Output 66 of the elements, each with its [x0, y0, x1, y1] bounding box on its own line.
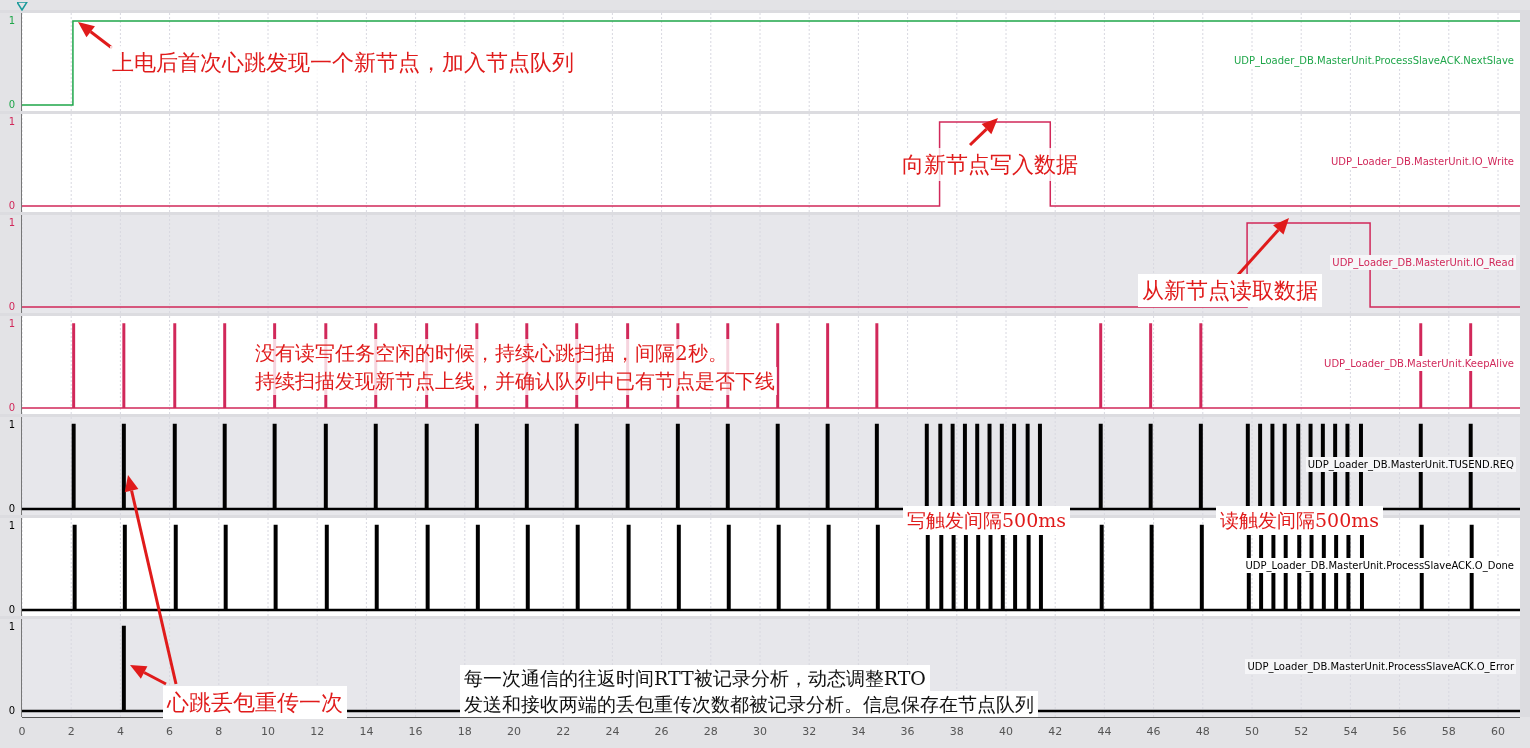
signal-label: UDP_Loader_DB.MasterUnit.IO_Write [1329, 154, 1516, 169]
annotation-text: 读触发间隔500ms [1216, 506, 1384, 535]
signal-label: UDP_Loader_DB.MasterUnit.ProcessSlaveACK.O_Error [1245, 659, 1516, 674]
time-tick-label: 6 [166, 724, 174, 740]
y-tick-label: 0 [8, 302, 15, 312]
y-tick-label: 0 [8, 201, 15, 211]
time-tick-label: 24 [605, 724, 620, 740]
time-tick-label: 42 [1048, 724, 1063, 740]
y-tick-label: 1 [8, 218, 15, 228]
time-tick-label: 50 [1245, 724, 1259, 740]
time-tick-label: 22 [556, 724, 571, 740]
y-tick-label: 0 [8, 605, 15, 615]
y-tick-label: 1 [8, 622, 15, 632]
time-tick-label: 10 [261, 724, 275, 740]
time-tick-label: 60 [1491, 724, 1505, 740]
annotation-text: 从新节点读取数据 [1138, 274, 1322, 307]
y-tick-label: 1 [8, 420, 15, 430]
time-tick-label: 32 [802, 724, 817, 740]
annotation-text: 上电后首次心跳发现一个新节点，加入节点队列 [110, 46, 576, 79]
annotation-text: 写触发间隔500ms [903, 506, 1071, 535]
time-tick-label: 30 [753, 724, 767, 740]
annotation-text: 持续扫描发现新节点上线，并确认队列中已有节点是否下线 [253, 367, 777, 395]
time-tick-label: 18 [457, 724, 472, 740]
time-tick-label: 4 [116, 724, 124, 740]
time-tick-label: 56 [1392, 724, 1407, 740]
annotation-text: 没有读写任务空闲的时候，持续心跳扫描，间隔2秒。 [253, 339, 730, 367]
arrow [78, 22, 113, 50]
y-tick-label: 1 [8, 16, 15, 26]
y-tick-label: 0 [8, 706, 15, 716]
time-tick-label: 40 [999, 724, 1013, 740]
time-tick-label: 52 [1294, 724, 1309, 740]
y-tick-label: 1 [8, 521, 15, 531]
time-tick-label: 58 [1441, 724, 1456, 740]
time-tick-label: 16 [408, 724, 423, 740]
y-tick-label: 0 [8, 100, 15, 110]
annotation-text: 向新节点写入数据 [900, 148, 1080, 181]
signal-label: UDP_Loader_DB.MasterUnit.TUSEND.REQ [1305, 457, 1516, 472]
time-tick-label: 12 [310, 724, 325, 740]
time-tick-label: 48 [1195, 724, 1210, 740]
annotation-text: 每一次通信的往返时间RTT被记录分析，动态调整RTO [460, 665, 930, 691]
y-tick-label: 1 [8, 117, 15, 127]
y-tick-label: 0 [8, 504, 15, 514]
time-tick-label: 38 [949, 724, 964, 740]
y-tick-label: 0 [8, 403, 15, 413]
time-tick-label: 46 [1146, 724, 1161, 740]
time-tick-label: 34 [851, 724, 866, 740]
annotation-text: 发送和接收两端的丢包重传次数都被记录分析。信息保存在节点队列 [460, 691, 1038, 717]
arrow [1235, 218, 1289, 277]
signal-label: UDP_Loader_DB.MasterUnit.KeepAlive [1322, 356, 1516, 371]
arrow [968, 118, 998, 147]
time-tick-label: 54 [1343, 724, 1358, 740]
time-tick-label: 28 [703, 724, 718, 740]
signal-label: UDP_Loader_DB.MasterUnit.ProcessSlaveACK.NextSlave [1232, 53, 1516, 68]
annotation-text: 心跳丢包重传一次 [163, 686, 347, 719]
cursor-marker-icon[interactable] [17, 2, 28, 11]
time-tick-label: 44 [1097, 724, 1112, 740]
time-tick-label: 36 [900, 724, 915, 740]
time-tick-label: 8 [215, 724, 223, 740]
time-tick-label: 0 [18, 724, 26, 740]
time-tick-label: 26 [654, 724, 669, 740]
time-tick-label: 20 [507, 724, 521, 740]
signal-label: UDP_Loader_DB.MasterUnit.ProcessSlaveACK.O_Done [1243, 558, 1516, 573]
y-tick-label: 1 [8, 319, 15, 329]
time-tick-label: 14 [359, 724, 374, 740]
time-tick-label: 2 [67, 724, 75, 740]
signal-label: UDP_Loader_DB.MasterUnit.IO_Read [1330, 255, 1516, 270]
